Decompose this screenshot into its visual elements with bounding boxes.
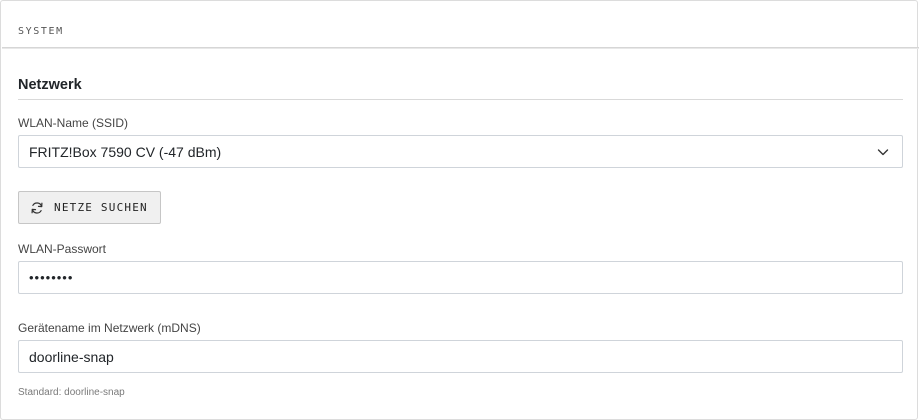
ssid-label: WLAN-Name (SSID) <box>18 116 129 130</box>
ssid-select[interactable]: FRITZ!Box 7590 CV (-47 dBm) <box>18 135 903 168</box>
section-title: SYSTEM <box>18 26 64 37</box>
password-field[interactable]: •••••••• <box>18 261 903 294</box>
ssid-selected-value: FRITZ!Box 7590 CV (-47 dBm) <box>29 143 222 160</box>
password-masked-value: •••••••• <box>29 270 74 285</box>
hostname-label: Gerätename im Netzwerk (mDNS) <box>18 321 201 335</box>
group-divider <box>18 99 903 100</box>
chevron-down-icon <box>877 148 889 155</box>
settings-panel: SYSTEM Netzwerk WLAN-Name (SSID) FRITZ!B… <box>0 0 919 420</box>
password-label: WLAN-Passwort <box>18 242 107 256</box>
hostname-hint: Standard: doorline-snap <box>18 387 125 398</box>
group-title-network: Netzwerk <box>18 77 82 93</box>
refresh-icon <box>31 201 43 214</box>
hostname-field[interactable]: doorline-snap <box>18 340 903 373</box>
section-divider <box>2 47 919 49</box>
hostname-value: doorline-snap <box>29 348 114 365</box>
scan-networks-label: NETZE SUCHEN <box>54 201 148 214</box>
scan-networks-button[interactable]: NETZE SUCHEN <box>18 191 161 224</box>
